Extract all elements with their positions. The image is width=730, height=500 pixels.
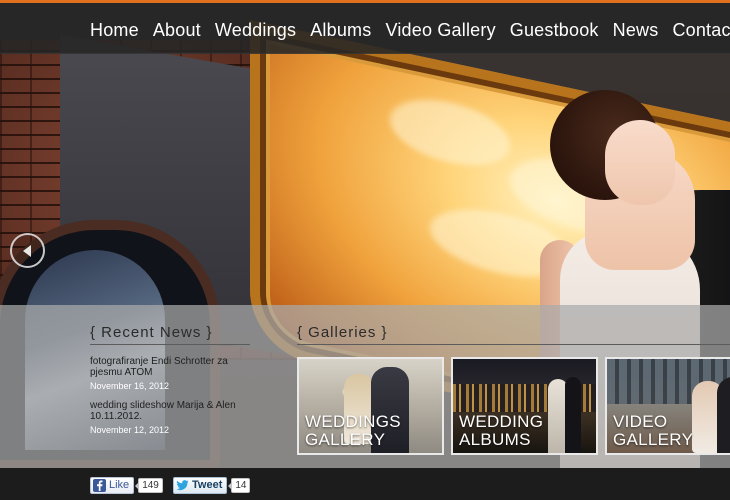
facebook-like-widget: Like 149 (90, 476, 163, 494)
nav-weddings[interactable]: Weddings (215, 20, 296, 41)
slider-prev-button[interactable] (10, 233, 45, 268)
recent-news-divider (90, 344, 250, 345)
top-navigation-bar: Home About Weddings Albums Video Gallery Gues… (0, 0, 730, 54)
galleries-heading: { Galleries } (297, 324, 388, 341)
weddings-gallery-card[interactable]: WEDDINGS GALLERY (297, 357, 444, 455)
gallery-card-label: WEDDINGS GALLERY (305, 413, 401, 449)
tweet-button[interactable]: Tweet (173, 476, 228, 494)
nav-albums[interactable]: Albums (310, 20, 371, 41)
nav-news[interactable]: News (613, 20, 659, 41)
footer-bar: Like 149 Tweet 14 (0, 468, 730, 500)
like-label: Like (109, 479, 130, 491)
news-item-date: November 12, 2012 (90, 425, 170, 435)
gallery-card-label-line1: WEDDING (459, 412, 544, 431)
tweet-label: Tweet (192, 479, 223, 491)
gallery-card-label-line1: WEDDINGS (305, 412, 401, 431)
gallery-card-label-line2: ALBUMS (459, 430, 531, 449)
gallery-card-label-line2: GALLERY (613, 430, 694, 449)
nav-contact[interactable]: Contac (672, 20, 730, 41)
twitter-tweet-widget: Tweet 14 (173, 476, 251, 494)
gallery-card-label-line2: GALLERY (305, 430, 386, 449)
news-item-title[interactable]: wedding slideshow Marija & Alen 10.11.20… (90, 400, 255, 422)
tweet-count: 14 (228, 477, 251, 493)
news-item: fotografiranje Endi Schrotter za pjesmu … (90, 356, 255, 391)
facebook-icon (93, 478, 106, 492)
recent-news-heading: { Recent News } (90, 324, 213, 341)
facebook-like-button[interactable]: Like (90, 476, 135, 494)
wedding-albums-card[interactable]: WEDDING ALBUMS (451, 357, 598, 455)
like-count: 149 (135, 477, 163, 493)
nav-video-gallery[interactable]: Video Gallery (385, 20, 495, 41)
news-item-date: November 16, 2012 (90, 381, 170, 391)
gallery-card-label: WEDDING ALBUMS (459, 413, 543, 449)
news-item: wedding slideshow Marija & Alen 10.11.20… (90, 400, 255, 435)
nav-guestbook[interactable]: Guestbook (510, 20, 599, 41)
video-gallery-card[interactable]: VIDEO GALLERY (605, 357, 730, 455)
galleries-divider (297, 344, 730, 345)
news-item-title[interactable]: fotografiranje Endi Schrotter za pjesmu … (90, 356, 255, 378)
chevron-left-icon (23, 245, 31, 257)
gallery-card-label-line1: VIDEO (613, 412, 668, 431)
twitter-bird-icon (176, 479, 189, 492)
main-menu: Home About Weddings Albums Video Gallery Gues… (90, 20, 730, 41)
nav-about[interactable]: About (153, 20, 201, 41)
gallery-card-label: VIDEO GALLERY (613, 413, 693, 449)
nav-home[interactable]: Home (90, 20, 139, 41)
